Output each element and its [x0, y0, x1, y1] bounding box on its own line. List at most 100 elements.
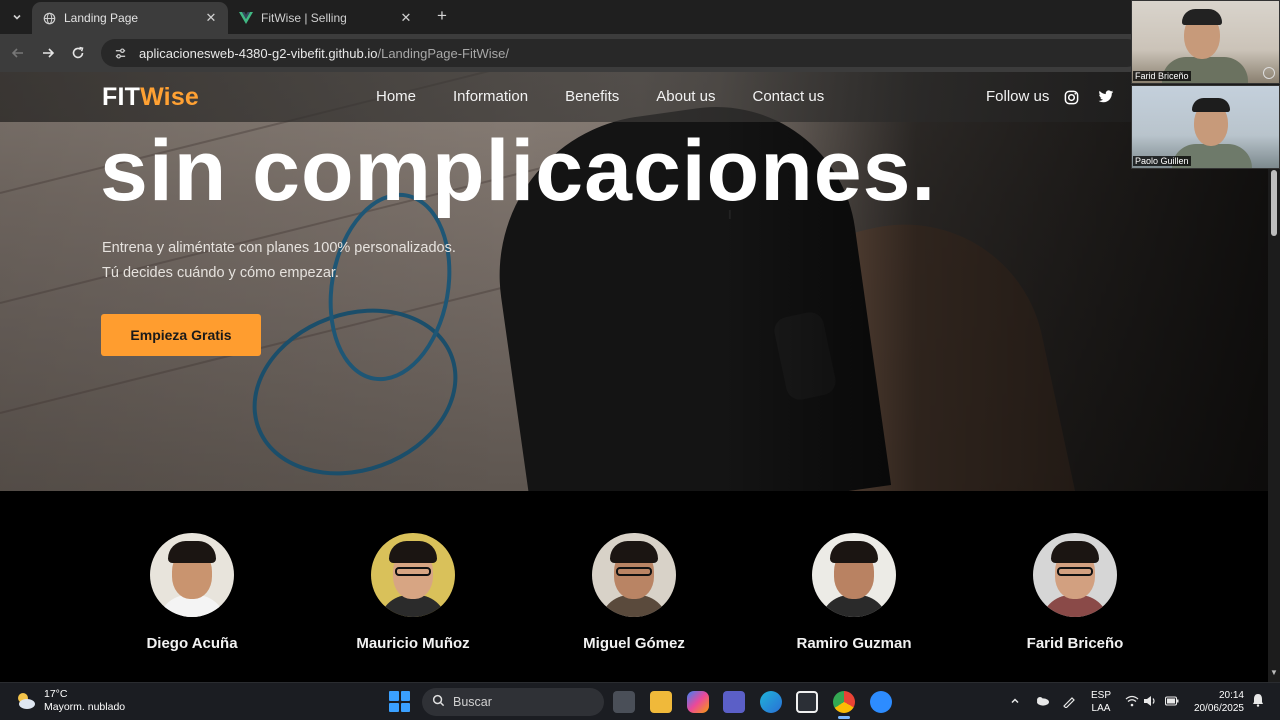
- chrome-icon[interactable]: [833, 691, 855, 713]
- screen: Landing Page ✕ FitWise | Selling ✕ + apl…: [0, 0, 1280, 720]
- brand-logo-part2: Wise: [140, 83, 200, 111]
- reload-button[interactable]: [68, 43, 88, 63]
- lang-line2: LAA: [1091, 703, 1111, 714]
- video-tile[interactable]: Paolo Guillen: [1131, 85, 1280, 169]
- windows-logo-tile: [400, 691, 410, 701]
- video-tile[interactable]: Farid Briceño: [1131, 0, 1280, 84]
- clock-time: 20:14: [1218, 690, 1244, 701]
- hero-section: sin complicaciones. Entrena y aliméntate…: [0, 72, 1280, 491]
- avatar: [150, 533, 234, 617]
- input-language[interactable]: ESP LAA: [1090, 689, 1112, 715]
- pen-input-icon[interactable]: [1061, 693, 1077, 709]
- nav-home[interactable]: Home: [376, 88, 416, 105]
- weather-widget[interactable]: 17°C Mayorm. nublado: [14, 688, 125, 714]
- instagram-icon[interactable]: [1063, 89, 1079, 105]
- start-free-button[interactable]: Empieza Gratis: [101, 314, 261, 356]
- tab-fitwise-selling[interactable]: FitWise | Selling ✕: [229, 2, 423, 34]
- team-section: Diego Acuña Mauricio Muñoz Miguel Gómez …: [0, 491, 1280, 682]
- avatar: [1033, 533, 1117, 617]
- web-page: sin complicaciones. Entrena y aliméntate…: [0, 72, 1280, 682]
- hero-subtitle-line2: Tú decides cuándo y cómo empezar.: [102, 265, 339, 281]
- member-name: Miguel Gómez: [583, 635, 685, 652]
- member-name: Diego Acuña: [146, 635, 238, 652]
- new-tab-button[interactable]: +: [432, 6, 452, 26]
- lang-line1: ESP: [1090, 690, 1111, 701]
- team-member: Mauricio Muñoz: [313, 533, 513, 652]
- team-member: Ramiro Guzman: [754, 533, 954, 652]
- avatar: [812, 533, 896, 617]
- copilot-icon[interactable]: [687, 691, 709, 713]
- teams-icon[interactable]: [723, 691, 745, 713]
- cloudy-weather-icon: [18, 693, 35, 709]
- windows-logo-tile: [389, 691, 399, 701]
- browser-tab-strip: Landing Page ✕ FitWise | Selling ✕ +: [0, 0, 1280, 34]
- edge-icon[interactable]: [760, 691, 782, 713]
- team-member: Miguel Gómez: [534, 533, 734, 652]
- volume-icon[interactable]: [1142, 693, 1158, 709]
- member-name: Mauricio Muñoz: [356, 635, 470, 652]
- file-explorer-icon[interactable]: [650, 691, 672, 713]
- taskbar: 17°C Mayorm. nublado Buscar ESP LAA 20:1…: [0, 682, 1280, 720]
- taskbar-search[interactable]: Buscar: [422, 688, 604, 716]
- scrollbar-thumb[interactable]: [1271, 170, 1277, 236]
- brand-logo[interactable]: FITWise: [102, 83, 199, 112]
- hero-subtitle-line1: Entrena y aliméntate con planes 100% per…: [102, 240, 456, 256]
- address-bar[interactable]: aplicacionesweb-4380-g2-vibefit.github.i…: [101, 39, 1141, 67]
- search-icon: [432, 694, 445, 710]
- onedrive-icon[interactable]: [1034, 693, 1050, 709]
- text-cursor-icon: I: [728, 207, 732, 222]
- forward-button[interactable]: [38, 43, 58, 63]
- avatar: [371, 533, 455, 617]
- vue-logo-icon: [239, 11, 253, 25]
- member-name: Ramiro Guzman: [796, 635, 912, 652]
- arrow-right-icon: [43, 48, 55, 58]
- video-status-icon: [1263, 67, 1275, 79]
- twitter-icon[interactable]: [1098, 89, 1114, 105]
- member-name: Farid Briceño: [1026, 635, 1124, 652]
- nav-links: Home Information Benefits About us Conta…: [376, 88, 861, 105]
- active-app-indicator: [838, 716, 850, 719]
- chevron-up-icon[interactable]: [1007, 693, 1023, 709]
- battery-icon[interactable]: [1164, 693, 1180, 709]
- url-path: /LandingPage-FitWise/: [377, 45, 509, 61]
- chevron-down-icon: [13, 14, 21, 20]
- tab-title: Landing Page: [64, 11, 139, 25]
- windows-logo-tile: [389, 702, 399, 712]
- tab-title: FitWise | Selling: [261, 11, 347, 25]
- url-domain: aplicacionesweb-4380-g2-vibefit.github.i…: [139, 45, 378, 61]
- windows-logo-tile: [400, 702, 410, 712]
- arrow-left-icon: [11, 48, 23, 58]
- site-navbar: FITWise Home Information Benefits About …: [0, 72, 1280, 122]
- task-view-icon[interactable]: [613, 691, 635, 713]
- site-settings-icon[interactable]: [113, 46, 127, 60]
- tab-landing-page[interactable]: Landing Page ✕: [32, 2, 228, 34]
- clock-date: 20/06/2025: [1193, 703, 1244, 714]
- notification-bell-icon[interactable]: [1252, 693, 1266, 709]
- brand-logo-part1: FIT: [102, 83, 141, 111]
- participant-name: Farid Briceño: [1133, 71, 1191, 81]
- weather-temperature: 17°C: [44, 688, 68, 700]
- team-member: Farid Briceño: [975, 533, 1175, 652]
- close-icon[interactable]: ✕: [204, 10, 218, 26]
- avatar: [592, 533, 676, 617]
- zoom-icon[interactable]: [870, 691, 892, 713]
- back-button[interactable]: [8, 43, 28, 63]
- browser-toolbar: aplicacionesweb-4380-g2-vibefit.github.i…: [0, 34, 1280, 72]
- scroll-down-icon[interactable]: ▼: [1270, 668, 1278, 677]
- nav-information[interactable]: Information: [453, 88, 528, 105]
- store-icon[interactable]: [796, 691, 818, 713]
- participant-name: Paolo Guillen: [1133, 156, 1191, 166]
- reload-icon: [72, 46, 84, 59]
- search-placeholder: Buscar: [453, 695, 492, 709]
- start-button[interactable]: [389, 691, 410, 712]
- system-clock[interactable]: 20:14 20/06/2025: [1190, 689, 1244, 715]
- nav-about-us[interactable]: About us: [656, 88, 715, 105]
- nav-contact-us[interactable]: Contact us: [752, 88, 824, 105]
- tab-search-button[interactable]: [7, 7, 27, 27]
- weather-description: Mayorm. nublado: [44, 701, 126, 713]
- close-icon[interactable]: ✕: [399, 10, 413, 26]
- nav-benefits[interactable]: Benefits: [565, 88, 619, 105]
- hero-title: sin complicaciones.: [100, 123, 937, 219]
- globe-icon: [42, 11, 56, 25]
- wifi-icon[interactable]: [1124, 693, 1140, 709]
